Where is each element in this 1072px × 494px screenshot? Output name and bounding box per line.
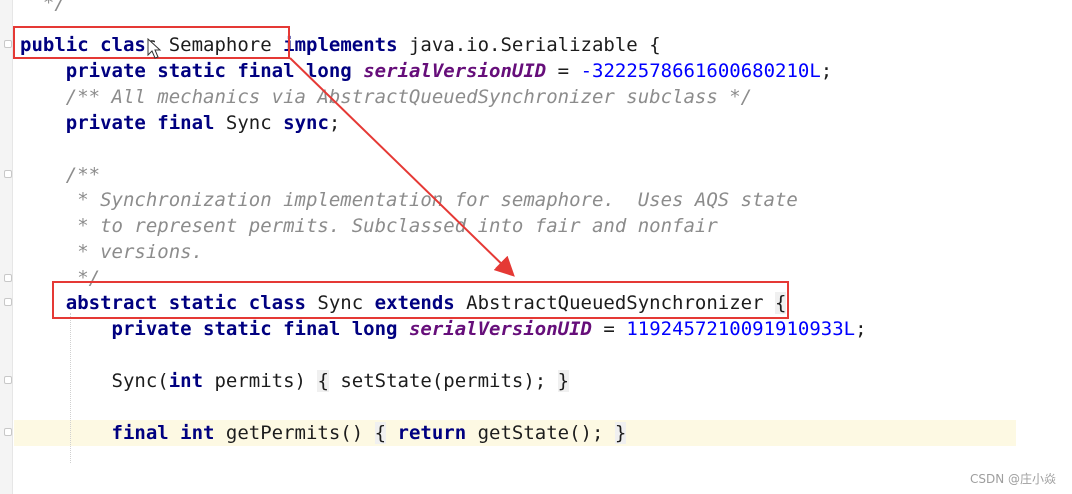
watermark: CSDN @庄小焱 xyxy=(969,472,1056,486)
mouse-cursor-icon xyxy=(147,38,162,59)
annotation-arrow xyxy=(289,57,515,277)
